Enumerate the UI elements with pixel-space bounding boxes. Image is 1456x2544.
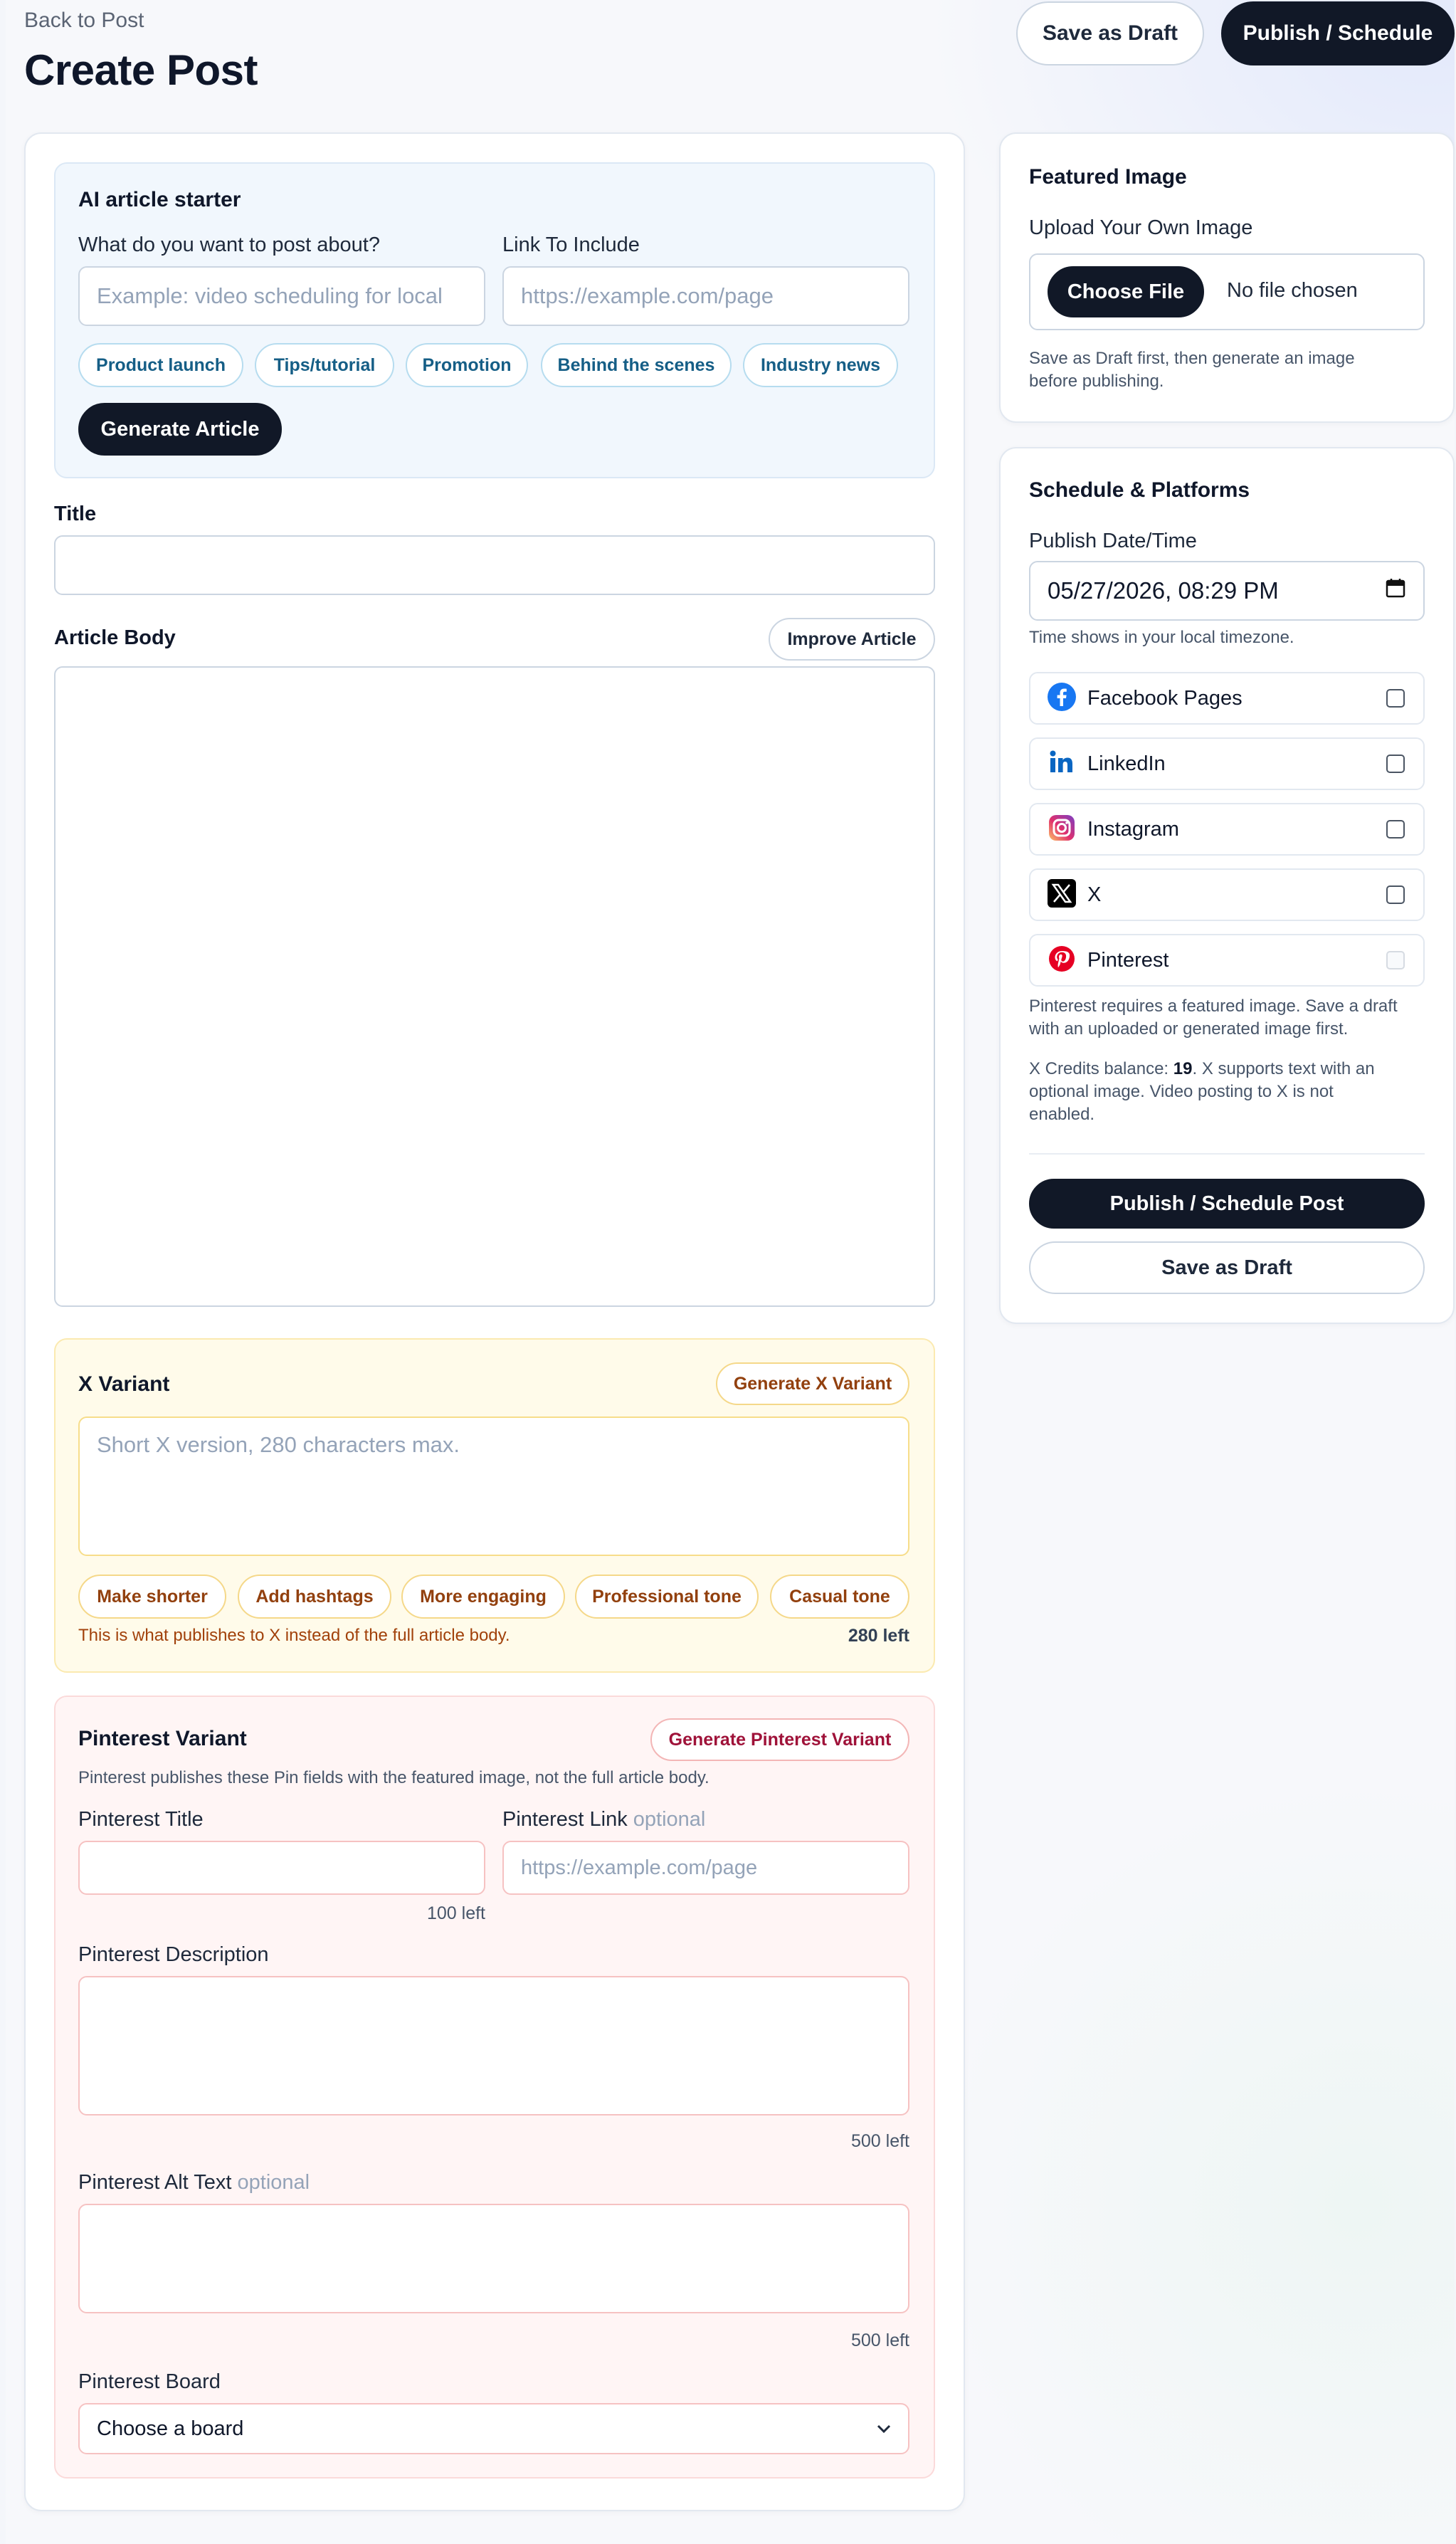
- chevron-down-icon: [877, 2419, 891, 2439]
- generate-x-variant-button[interactable]: Generate X Variant: [716, 1362, 909, 1405]
- sidebar-save-draft-button[interactable]: Save as Draft: [1029, 1241, 1425, 1294]
- pinterest-description-counter: 500 left: [850, 2131, 909, 2151]
- chip-professional-tone[interactable]: Professional tone: [575, 1575, 759, 1619]
- page-title: Create Post: [24, 46, 258, 94]
- x-checkbox[interactable]: [1386, 885, 1405, 904]
- x-icon: [1048, 878, 1076, 911]
- x-credits-line1: X Credits balance: 19. X supports text w…: [1029, 1058, 1375, 1081]
- publish-schedule-post-button[interactable]: Publish / Schedule Post: [1029, 1179, 1425, 1229]
- publish-date-input[interactable]: 05/27/2026, 08:29 PM: [1029, 561, 1425, 621]
- x-credits-line3: enabled.: [1029, 1105, 1095, 1124]
- pinterest-variant-description: Pinterest publishes these Pin fields wit…: [78, 1768, 709, 1787]
- chip-industry-news[interactable]: Industry news: [743, 343, 898, 387]
- platform-name-x: X: [1087, 883, 1102, 906]
- schedule-title: Schedule & Platforms: [1029, 478, 1250, 502]
- instagram-icon: [1048, 814, 1076, 846]
- platform-row-linkedin[interactable]: LinkedIn: [1029, 737, 1425, 790]
- article-body-textarea[interactable]: [54, 666, 935, 1307]
- pinterest-board-selected: Choose a board: [97, 2417, 244, 2440]
- pinterest-checkbox[interactable]: [1386, 951, 1405, 969]
- link-input[interactable]: [502, 266, 909, 326]
- platform-name-instagram: Instagram: [1087, 817, 1179, 841]
- generate-pinterest-variant-button[interactable]: Generate Pinterest Variant: [650, 1718, 909, 1761]
- header-publish-button[interactable]: Publish / Schedule: [1221, 1, 1455, 65]
- x-variant-title: X Variant: [78, 1372, 170, 1396]
- timezone-note: Time shows in your local timezone.: [1029, 628, 1294, 647]
- topic-label: What do you want to post about?: [78, 233, 380, 256]
- pinterest-requirement-note-line1: Pinterest requires a featured image. Sav…: [1029, 997, 1398, 1016]
- featured-image-note-line1: Save as Draft first, then generate an im…: [1029, 349, 1355, 368]
- platform-row-instagram[interactable]: Instagram: [1029, 803, 1425, 856]
- chip-add-hashtags[interactable]: Add hashtags: [238, 1575, 391, 1619]
- publish-date-label: Publish Date/Time: [1029, 530, 1197, 552]
- chip-product-launch[interactable]: Product launch: [78, 343, 243, 387]
- pinterest-alt-textarea[interactable]: [78, 2204, 909, 2313]
- article-body-label: Article Body: [54, 626, 176, 649]
- pinterest-link-label: Pinterest Link optional: [502, 1808, 705, 1831]
- platform-row-pinterest[interactable]: Pinterest: [1029, 934, 1425, 987]
- pinterest-alt-optional: optional: [237, 2171, 310, 2194]
- upload-image-label: Upload Your Own Image: [1029, 216, 1253, 239]
- pinterest-alt-label: Pinterest Alt Text optional: [78, 2171, 310, 2195]
- generate-article-button[interactable]: Generate Article: [78, 403, 282, 456]
- pinterest-title-label: Pinterest Title: [78, 1808, 204, 1831]
- title-input[interactable]: [54, 535, 935, 595]
- pinterest-description-textarea[interactable]: [78, 1976, 909, 2115]
- pinterest-icon: [1048, 945, 1076, 977]
- platform-row-x[interactable]: X: [1029, 868, 1425, 921]
- pinterest-board-select[interactable]: Choose a board: [78, 2403, 909, 2454]
- pinterest-title-input[interactable]: [78, 1841, 485, 1895]
- x-variant-hint: This is what publishes to X instead of t…: [78, 1626, 510, 1645]
- back-to-post-link[interactable]: Back to Post: [24, 9, 144, 33]
- x-variant-textarea[interactable]: [78, 1416, 909, 1556]
- chip-tips-tutorial[interactable]: Tips/tutorial: [255, 343, 394, 387]
- platform-name-pinterest: Pinterest: [1087, 948, 1169, 972]
- schedule-divider: [1029, 1153, 1425, 1155]
- platform-row-facebook[interactable]: Facebook Pages: [1029, 672, 1425, 725]
- chip-casual-tone[interactable]: Casual tone: [770, 1575, 909, 1619]
- pinterest-description-label: Pinterest Description: [78, 1943, 269, 1966]
- topic-input[interactable]: [78, 266, 485, 326]
- pinterest-alt-label-text: Pinterest Alt Text: [78, 2171, 232, 2194]
- facebook-icon: [1048, 682, 1076, 715]
- platform-name-linkedin: LinkedIn: [1087, 752, 1166, 775]
- instagram-checkbox[interactable]: [1386, 820, 1405, 839]
- chip-promotion[interactable]: Promotion: [406, 343, 528, 387]
- title-label: Title: [54, 503, 97, 525]
- chip-more-engaging[interactable]: More engaging: [401, 1575, 565, 1619]
- linkedin-checkbox[interactable]: [1386, 755, 1405, 773]
- calendar-icon[interactable]: [1385, 577, 1406, 604]
- pinterest-requirement-note-line2: with an uploaded or generated image firs…: [1029, 1019, 1349, 1039]
- pinterest-variant-title: Pinterest Variant: [78, 1727, 247, 1750]
- x-credits-value: 19: [1173, 1059, 1193, 1078]
- file-status-text: No file chosen: [1227, 279, 1358, 302]
- chip-behind-the-scenes[interactable]: Behind the scenes: [541, 343, 732, 387]
- improve-article-button[interactable]: Improve Article: [769, 618, 935, 661]
- pinterest-alt-counter: 500 left: [850, 2330, 909, 2350]
- publish-date-value: 05/27/2026, 08:29 PM: [1048, 577, 1279, 604]
- pinterest-link-label-text: Pinterest Link: [502, 1808, 628, 1831]
- pinterest-board-label: Pinterest Board: [78, 2370, 221, 2393]
- pinterest-link-input[interactable]: [502, 1841, 909, 1895]
- pinterest-link-optional: optional: [633, 1808, 706, 1831]
- featured-image-note-line2: before publishing.: [1029, 372, 1164, 391]
- x-credits-line2: optional image. Video posting to X is no…: [1029, 1082, 1334, 1101]
- pinterest-title-counter: 100 left: [426, 1903, 485, 1923]
- header-save-draft-button[interactable]: Save as Draft: [1016, 1, 1204, 65]
- chip-make-shorter[interactable]: Make shorter: [78, 1575, 226, 1619]
- facebook-checkbox[interactable]: [1386, 689, 1405, 708]
- platform-name-facebook: Facebook Pages: [1087, 686, 1243, 710]
- x-credits-prefix: X Credits balance:: [1029, 1059, 1173, 1078]
- linkedin-icon: [1048, 748, 1076, 780]
- choose-file-button[interactable]: Choose File: [1048, 266, 1204, 317]
- link-label: Link To Include: [502, 233, 640, 256]
- x-variant-counter: 280 left: [848, 1626, 909, 1646]
- x-credits-suffix: . X supports text with an: [1192, 1059, 1375, 1078]
- ai-starter-title: AI article starter: [78, 188, 241, 211]
- featured-image-title: Featured Image: [1029, 165, 1187, 189]
